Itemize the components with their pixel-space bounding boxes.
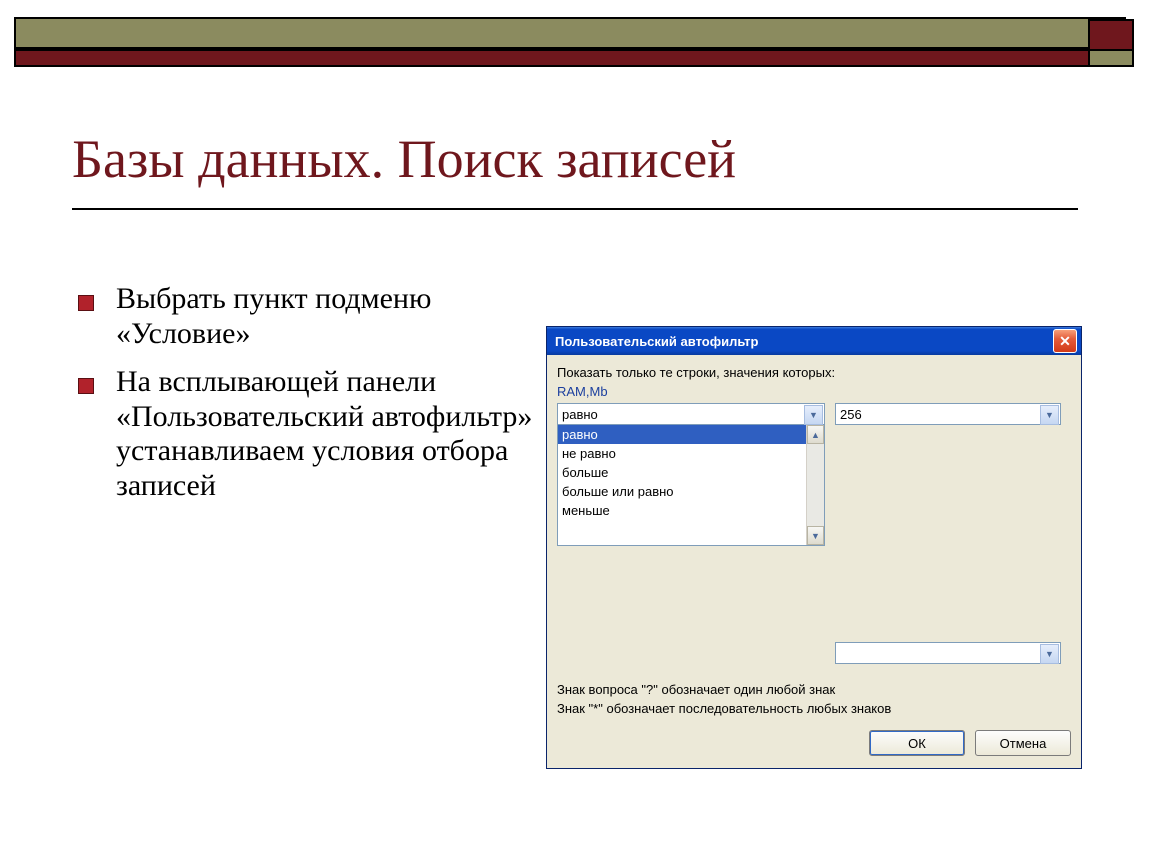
dialog-button-row: ОК Отмена — [557, 730, 1071, 756]
condition-row-2: ▼ — [557, 642, 1071, 664]
scrollbar-track[interactable] — [807, 444, 824, 526]
bullet-text: На всплывающей панели «Пользовательский … — [116, 365, 548, 503]
bullet-text: Выбрать пункт подменю «Условие» — [116, 282, 548, 351]
condition-row-1: равно ▼ равно не равно больше больше или… — [557, 403, 1071, 546]
decor-square-olive — [1088, 49, 1134, 67]
slide: Базы данных. Поиск записей Выбрать пункт… — [0, 0, 1150, 864]
help-text-question: Знак вопроса "?" обозначает один любой з… — [557, 682, 1071, 697]
condition1-dropdown-group: равно ▼ равно не равно больше больше или… — [557, 403, 825, 546]
dialog-title-text: Пользовательский автофильтр — [555, 334, 1053, 349]
scroll-up-button[interactable]: ▲ — [807, 425, 824, 444]
condition1-options-list: равно не равно больше больше или равно м… — [557, 425, 825, 546]
bullet-square-icon — [78, 295, 94, 311]
bullet-list: Выбрать пункт подменю «Условие» На всплы… — [78, 282, 548, 517]
option-item[interactable]: меньше — [558, 501, 806, 520]
scroll-down-button[interactable]: ▼ — [807, 526, 824, 545]
bullet-item: Выбрать пункт подменю «Условие» — [78, 282, 548, 351]
value2-select[interactable]: ▼ — [835, 642, 1061, 664]
option-item[interactable]: больше — [558, 463, 806, 482]
option-item[interactable]: равно — [558, 425, 806, 444]
decor-bar-maroon — [14, 49, 1126, 67]
decor-bar-olive — [14, 17, 1126, 49]
option-item[interactable]: не равно — [558, 444, 806, 463]
title-underline — [72, 208, 1078, 210]
value1-select[interactable]: 256 ▼ — [835, 403, 1061, 425]
instruction-text: Показать только те строки, значения кото… — [557, 365, 1071, 380]
dialog-titlebar: Пользовательский автофильтр ✕ — [547, 327, 1081, 355]
chevron-down-icon: ▼ — [1040, 644, 1059, 664]
bullet-square-icon — [78, 378, 94, 394]
field-label: RAM,Mb — [557, 384, 1071, 399]
bullet-item: На всплывающей панели «Пользовательский … — [78, 365, 548, 503]
close-button[interactable]: ✕ — [1053, 329, 1077, 353]
chevron-down-icon: ▼ — [804, 405, 823, 425]
close-icon: ✕ — [1059, 333, 1071, 350]
slide-title: Базы данных. Поиск записей — [72, 128, 736, 190]
chevron-down-icon: ▼ — [811, 531, 820, 541]
options-container: равно не равно больше больше или равно м… — [558, 425, 806, 545]
condition1-select[interactable]: равно ▼ — [557, 403, 825, 425]
option-item[interactable]: больше или равно — [558, 482, 806, 501]
cancel-button[interactable]: Отмена — [975, 730, 1071, 756]
list-scrollbar[interactable]: ▲ ▼ — [806, 425, 824, 545]
chevron-down-icon: ▼ — [1040, 405, 1059, 425]
ok-button[interactable]: ОК — [869, 730, 965, 756]
help-text-asterisk: Знак "*" обозначает последовательность л… — [557, 701, 1071, 716]
dialog-body: Показать только те строки, значения кото… — [547, 355, 1081, 768]
autofilter-dialog: Пользовательский автофильтр ✕ Показать т… — [546, 326, 1082, 769]
value1-text: 256 — [840, 407, 862, 422]
condition1-value: равно — [562, 407, 598, 422]
chevron-up-icon: ▲ — [811, 430, 820, 440]
